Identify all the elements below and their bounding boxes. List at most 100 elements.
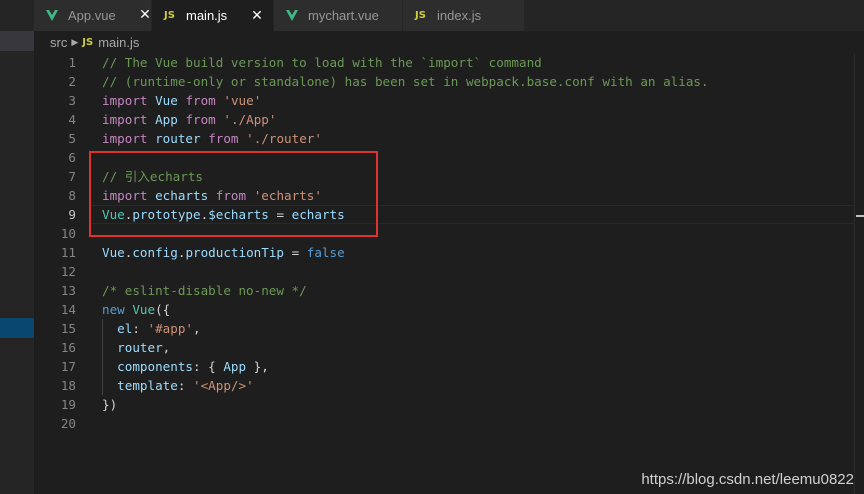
- code-token: template: [117, 378, 178, 393]
- line-code: // The Vue build version to load with th…: [102, 53, 542, 72]
- line-code: /* eslint-disable no-new */: [102, 281, 307, 300]
- line-number: 16: [60, 340, 76, 355]
- code-line[interactable]: 5 import router from './router': [34, 129, 854, 148]
- tab-mychart-vue[interactable]: mychart.vue: [274, 0, 403, 31]
- code-token: }): [102, 397, 118, 412]
- code-token: :: [177, 378, 194, 393]
- code-line[interactable]: 15 el: '#app',: [34, 319, 854, 338]
- code-line[interactable]: 19}): [34, 395, 854, 414]
- code-line[interactable]: 2 // (runtime-only or standalone) has bee…: [34, 72, 854, 91]
- code-line[interactable]: 20: [34, 414, 854, 433]
- line-number: 6: [68, 150, 76, 165]
- line-number: 17: [60, 359, 76, 374]
- line-number: 12: [60, 264, 76, 279]
- indent-guide: [102, 319, 103, 395]
- code-token: '#app': [147, 321, 194, 336]
- code-line[interactable]: 16 router,: [34, 338, 854, 357]
- js-icon: JS: [164, 10, 175, 21]
- code-line[interactable]: 11 Vue.config.productionTip = false: [34, 243, 854, 262]
- line-code: // (runtime-only or standalone) has been…: [102, 72, 709, 91]
- line-number: 7: [68, 169, 76, 184]
- tab-app-vue[interactable]: App.vue: [34, 0, 152, 31]
- code-line[interactable]: 17 components: { App },: [34, 357, 854, 376]
- tab-main-js[interactable]: JS main.js ✕: [152, 0, 274, 31]
- breadcrumb-file[interactable]: main.js: [98, 35, 139, 50]
- line-number: 10: [60, 226, 76, 241]
- line-number: 14: [60, 302, 76, 317]
- editor-tab-bar: App.vue JS main.js ✕ mychart.vue JS inde…: [34, 0, 864, 31]
- breadcrumb: src ▶ JS main.js: [34, 31, 864, 53]
- line-code: }): [102, 395, 117, 414]
- line-code: el: '#app',: [102, 319, 201, 338]
- tab-label: App.vue: [68, 8, 116, 23]
- code-token: ,: [162, 340, 171, 355]
- line-code: new Vue({: [102, 300, 170, 319]
- code-token: router: [117, 340, 163, 355]
- line-number: 3: [68, 93, 76, 108]
- tab-label: mychart.vue: [308, 8, 379, 23]
- line-number: 2: [68, 74, 76, 89]
- sidebar-item-selected[interactable]: [0, 318, 34, 338]
- sidebar-item-highlight[interactable]: [0, 31, 34, 51]
- code-token: from: [208, 131, 239, 146]
- code-token: config: [132, 245, 178, 260]
- code-line[interactable]: 13 /* eslint-disable no-new */: [34, 281, 854, 300]
- code-token: new: [102, 302, 125, 317]
- vue-icon: [286, 10, 306, 21]
- code-token: Vue: [155, 93, 178, 108]
- line-code: router,: [102, 338, 170, 357]
- vue-icon: [46, 10, 66, 21]
- code-token: '<App/>': [193, 378, 254, 393]
- close-icon[interactable]: ✕: [249, 7, 265, 23]
- line-number: 4: [68, 112, 76, 127]
- close-icon[interactable]: ✕: [137, 7, 153, 23]
- tab-index-js[interactable]: JS index.js: [403, 0, 525, 31]
- code-token: },: [246, 359, 269, 374]
- code-line[interactable]: 4 import App from './App': [34, 110, 854, 129]
- code-token: ,: [193, 321, 201, 336]
- code-token: :: [132, 321, 148, 336]
- code-token: from: [185, 112, 216, 127]
- code-token: router: [155, 131, 201, 146]
- code-line[interactable]: 14 new Vue({: [34, 300, 854, 319]
- code-token: /* eslint-disable no-new */: [102, 283, 307, 298]
- line-code: Vue.config.productionTip = false: [102, 243, 345, 262]
- line-number: 11: [60, 245, 76, 260]
- code-token: components: [117, 359, 193, 374]
- code-token: from: [185, 93, 216, 108]
- tab-label: index.js: [437, 8, 482, 23]
- code-line[interactable]: 3 import Vue from 'vue': [34, 91, 854, 110]
- code-token: ({: [155, 302, 171, 317]
- code-line[interactable]: 1 // The Vue build version to load with t…: [34, 53, 854, 72]
- code-line[interactable]: 12: [34, 262, 854, 281]
- tab-label: main.js: [186, 8, 228, 23]
- code-token: el: [117, 321, 133, 336]
- line-number: 1: [68, 55, 76, 70]
- code-line[interactable]: 18 template: '<App/>': [34, 376, 854, 395]
- explorer-sidebar[interactable]: [0, 0, 35, 494]
- editor-scrollbar[interactable]: [854, 53, 864, 494]
- code-token: './App': [223, 112, 277, 127]
- cursor-position-marker: [856, 215, 864, 217]
- line-number: 5: [68, 131, 76, 146]
- breadcrumb-folder[interactable]: src: [50, 35, 67, 50]
- code-token: Vue: [102, 245, 125, 260]
- line-code: import App from './App': [102, 110, 276, 129]
- code-token: =: [284, 245, 307, 260]
- code-token: // The Vue build version to load with th…: [102, 55, 542, 70]
- line-code: components: { App },: [102, 357, 269, 376]
- code-token: // (runtime-only or standalone) has been…: [102, 74, 709, 89]
- chevron-right-icon: ▶: [71, 36, 79, 47]
- line-number: 13: [60, 283, 76, 298]
- line-number: 19: [60, 397, 76, 412]
- code-editor[interactable]: 1 // The Vue build version to load with t…: [34, 53, 854, 494]
- code-token: import: [102, 93, 148, 108]
- line-number: 9: [68, 207, 76, 222]
